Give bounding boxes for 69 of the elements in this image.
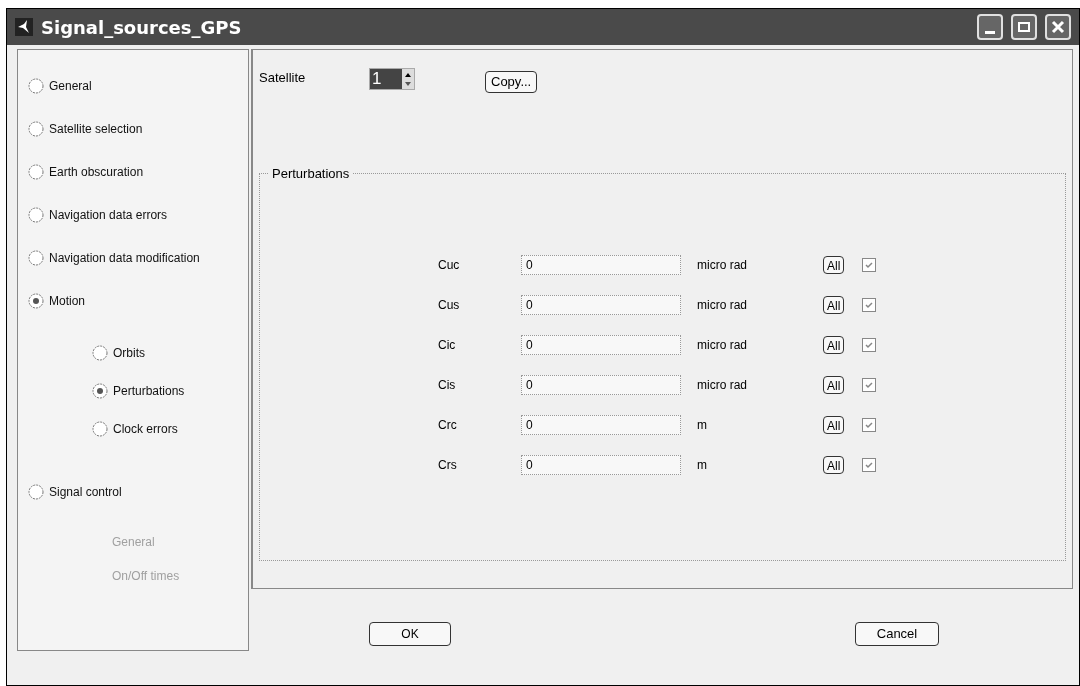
option-label[interactable]: Perturbations [113, 382, 185, 400]
radio-button[interactable] [28, 163, 44, 180]
parameter-label: Cic [438, 336, 457, 354]
all-button[interactable]: All [823, 295, 845, 314]
ok-button[interactable]: OK [369, 622, 451, 646]
close-icon [1051, 20, 1065, 34]
all-button[interactable]: All [823, 375, 845, 394]
unit-label: micro rad [697, 336, 748, 354]
radio-button[interactable] [28, 206, 44, 223]
value-field[interactable]: 0 [521, 254, 681, 275]
unit-label: micro rad [697, 376, 748, 394]
satellite-spinner[interactable]: 1 [369, 68, 415, 90]
parameter-label: Cis [438, 376, 457, 394]
all-button[interactable]: All [823, 255, 845, 274]
nav-label: General [112, 534, 155, 551]
radio-button[interactable] [92, 345, 108, 361]
cancel-button[interactable]: Cancel [855, 622, 939, 646]
radio-button[interactable] [28, 483, 44, 500]
radio-button[interactable] [28, 292, 44, 309]
checkbox[interactable] [862, 377, 877, 392]
radio-button[interactable] [28, 77, 44, 94]
parameter-label: Cuc [438, 256, 461, 274]
value-field[interactable]: 0 [521, 454, 681, 475]
check-icon [864, 299, 875, 310]
radio-button[interactable] [92, 421, 108, 437]
option-label[interactable]: Orbits [113, 344, 145, 362]
window-title: Signal_sources_GPS [41, 15, 242, 40]
value-field[interactable]: 0 [521, 374, 681, 395]
all-button[interactable]: All [823, 415, 845, 434]
unit-label: m [697, 416, 708, 434]
field-label: Satellite [259, 69, 307, 87]
nav-label: On/Off times [112, 568, 180, 585]
checkbox[interactable] [862, 417, 877, 432]
radio-button[interactable] [28, 120, 44, 137]
checkbox[interactable] [862, 297, 877, 312]
checkbox[interactable] [862, 257, 877, 272]
app-icon [15, 18, 33, 36]
checkbox[interactable] [862, 457, 877, 472]
check-icon [864, 459, 875, 470]
checkbox[interactable] [862, 337, 877, 352]
all-button[interactable]: All [823, 335, 845, 354]
option-label[interactable]: Navigation data errors [49, 205, 168, 224]
option-label[interactable]: Navigation data modification [49, 248, 200, 267]
copy-button[interactable]: Copy... [485, 71, 538, 93]
radio-button[interactable] [28, 249, 44, 266]
parameter-label: Cus [438, 296, 461, 314]
minimize-button[interactable] [977, 14, 1003, 40]
unit-label: m [697, 456, 708, 474]
maximize-button[interactable] [1011, 14, 1037, 40]
check-icon [864, 419, 875, 430]
parameter-label: Crs [438, 456, 458, 474]
value-field[interactable]: 0 [521, 334, 681, 355]
close-button[interactable] [1045, 14, 1071, 40]
option-label[interactable]: Clock errors [113, 420, 178, 438]
option-label[interactable]: Earth obscuration [49, 162, 144, 181]
value-field[interactable]: 0 [521, 294, 681, 315]
check-icon [864, 379, 875, 390]
option-label[interactable]: Motion [49, 291, 86, 310]
check-icon [864, 339, 875, 350]
option-label[interactable]: Satellite selection [49, 119, 143, 138]
all-button[interactable]: All [823, 455, 845, 474]
option-label[interactable]: General [49, 76, 92, 95]
option-label[interactable]: Signal control [49, 482, 122, 501]
unit-label: micro rad [697, 256, 748, 274]
radio-button[interactable] [92, 383, 108, 399]
check-icon [864, 259, 875, 270]
value-field[interactable]: 0 [521, 414, 681, 435]
parameter-label: Crc [438, 416, 458, 434]
unit-label: micro rad [697, 296, 748, 314]
